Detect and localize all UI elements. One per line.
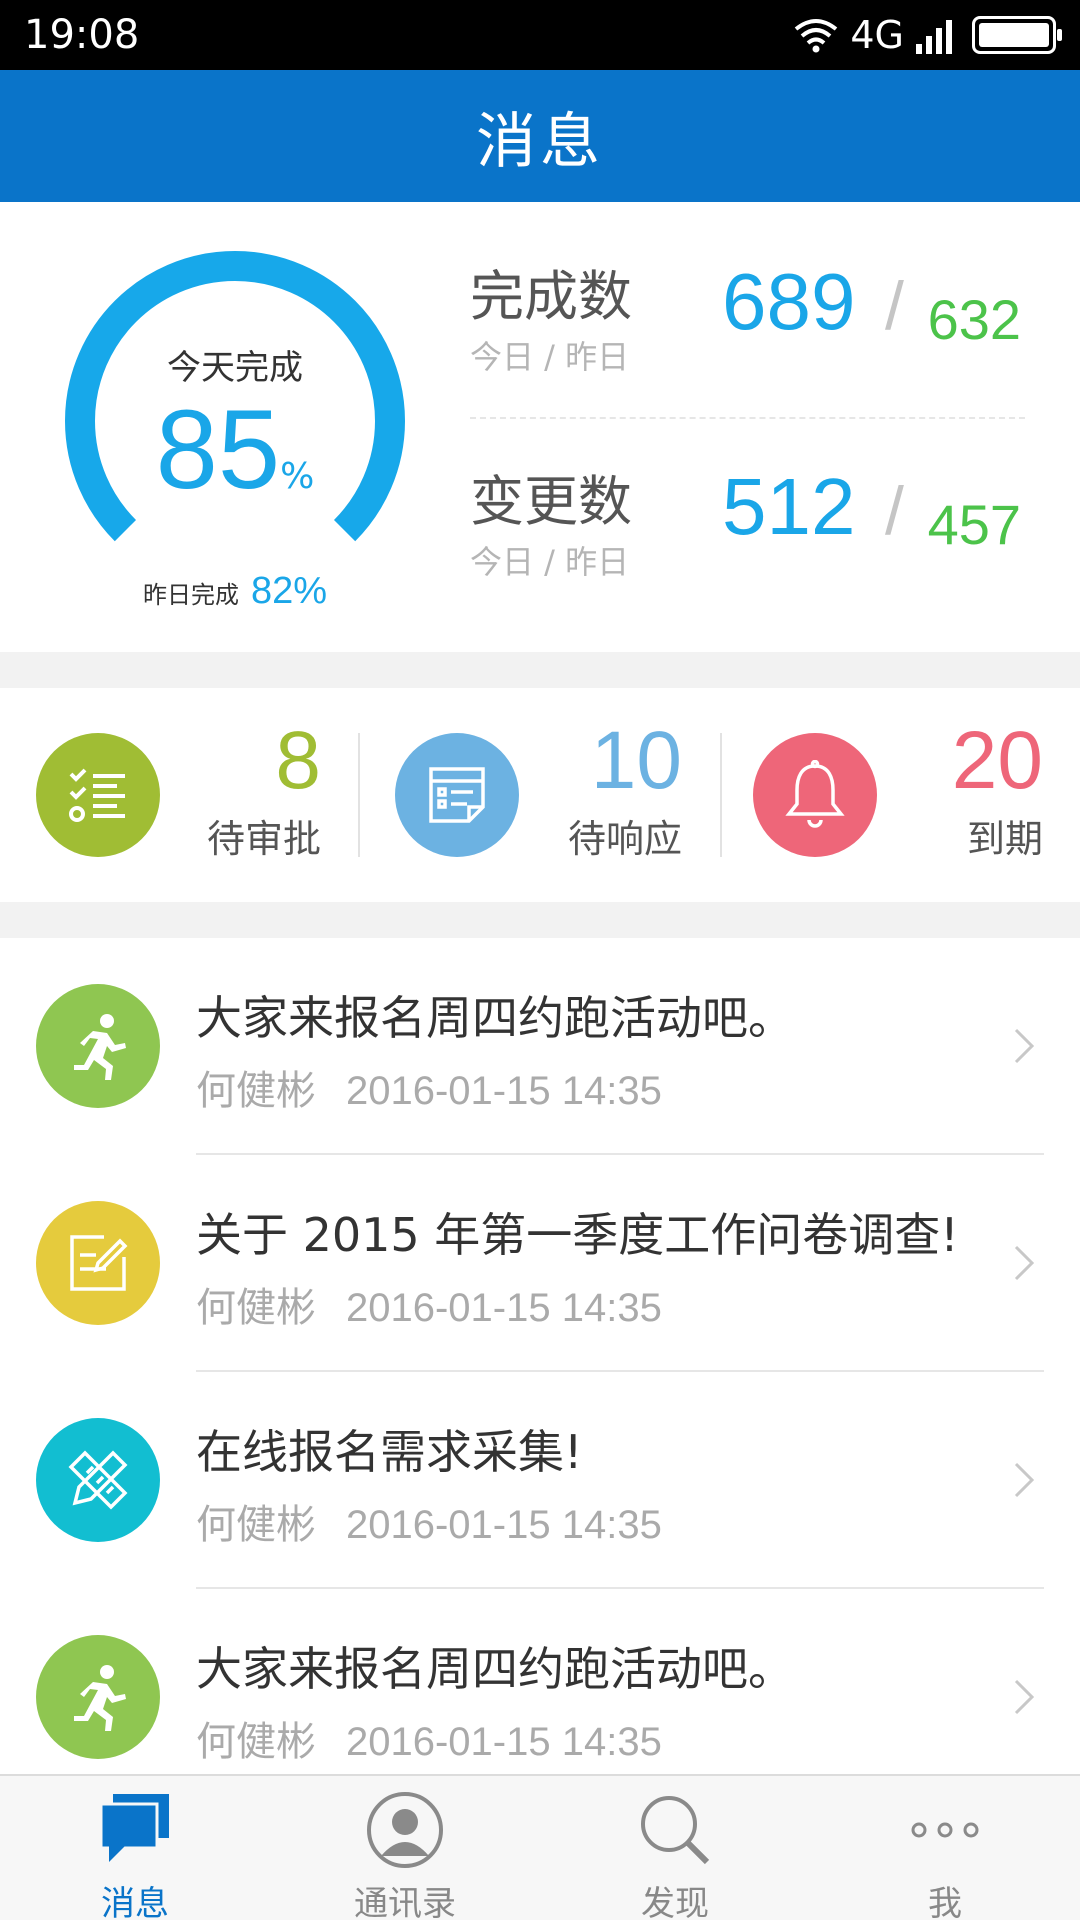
page-title: 消息 [476, 106, 604, 177]
running-icon [74, 1665, 126, 1731]
expiring-icon-circle [753, 733, 877, 857]
tab-messages[interactable]: 消息 [0, 1776, 270, 1920]
section-gap [0, 902, 1080, 938]
wifi-icon [795, 19, 838, 53]
today-completion-unit: % [280, 456, 315, 497]
message-icon-circle [36, 1418, 160, 1542]
search-icon [641, 1796, 710, 1865]
message-title: 在线报名需求采集! [196, 1425, 583, 1479]
changed-count-today: 512 [722, 462, 856, 551]
completed-count-row: 完成数 今日 / 昨日 689 / 632 [470, 252, 1025, 422]
pencil-ruler-icon [68, 1450, 128, 1510]
message-author: 何健彬 [196, 1285, 316, 1331]
completed-count-yesterday: 632 [927, 288, 1021, 351]
completed-count-subtitle: 今日 / 昨日 [470, 338, 630, 376]
quick-divider [358, 733, 360, 857]
more-dots-icon [911, 1822, 979, 1838]
message-meta: 何健彬 2016-01-15 14:35 [196, 1492, 662, 1550]
message-time: 2016-01-15 14:35 [346, 1720, 662, 1764]
completed-count-slash: / [885, 268, 904, 344]
message-icon-circle [36, 1635, 160, 1759]
message-icon-circle [36, 1201, 160, 1325]
contacts-icon [367, 1792, 443, 1868]
message-item[interactable]: 关于 2015 年第一季度工作问卷调查! 何健彬 2016-01-15 14:35 [0, 1155, 1080, 1372]
yesterday-completion-value: 82% [250, 570, 328, 612]
app-header: 消息 [0, 70, 1080, 202]
bottom-tab-bar: 消息 通讯录 发现 我 [0, 1774, 1080, 1920]
pending-response-item[interactable]: 10 待响应 [395, 688, 682, 902]
tab-contacts[interactable]: 通讯录 [270, 1776, 540, 1920]
status-indicators: 4G [794, 12, 1062, 58]
yesterday-completion-label: 昨日完成 [142, 581, 239, 609]
chat-bubbles-icon [99, 1794, 169, 1862]
today-completion-label: 今天完成 [167, 348, 303, 388]
form-document-icon [429, 767, 485, 823]
today-completion-value: 85% [60, 390, 410, 510]
tab-discover[interactable]: 发现 [540, 1776, 810, 1920]
quick-stats: 8 待审批 10 待响应 20 到期 [0, 688, 1080, 902]
stats-panel: 今天完成 85% 昨日完成 82% 完成数 今日 / 昨日 689 / 632 变… [0, 202, 1080, 652]
pending-approval-item[interactable]: 8 待审批 [36, 688, 321, 902]
pending-approval-count: 8 [275, 715, 321, 806]
running-icon [74, 1014, 126, 1080]
pending-approval-label: 待审批 [206, 817, 321, 861]
tab-me-label: 我 [928, 1884, 962, 1920]
changed-count-yesterday: 457 [927, 493, 1021, 556]
battery-level [979, 23, 1049, 47]
message-title: 大家来报名周四约跑活动吧。 [196, 1642, 794, 1696]
chevron-right-icon [1014, 1462, 1035, 1498]
completed-count-today: 689 [722, 257, 856, 346]
message-title: 关于 2015 年第一季度工作问卷调查! [196, 1208, 959, 1262]
survey-edit-icon [70, 1235, 128, 1291]
message-author: 何健彬 [196, 1502, 316, 1548]
message-meta: 何健彬 2016-01-15 14:35 [196, 1058, 662, 1116]
today-completion-number: 85 [155, 387, 281, 512]
bell-icon [785, 760, 845, 828]
status-bar: 19:08 4G [0, 0, 1080, 70]
pending-response-label: 待响应 [567, 817, 682, 861]
message-item[interactable]: 在线报名需求采集! 何健彬 2016-01-15 14:35 [0, 1372, 1080, 1589]
checklist-icon [69, 768, 125, 822]
changed-count-row: 变更数 今日 / 昨日 512 / 457 [470, 457, 1025, 627]
changed-count-subtitle: 今日 / 昨日 [470, 543, 630, 581]
chevron-right-icon [1014, 1679, 1035, 1715]
message-time: 2016-01-15 14:35 [346, 1503, 662, 1547]
tab-contacts-label: 通讯录 [354, 1884, 456, 1920]
pending-approval-icon-circle [36, 733, 160, 857]
message-time: 2016-01-15 14:35 [346, 1069, 662, 1113]
message-author: 何健彬 [196, 1719, 316, 1765]
message-meta: 何健彬 2016-01-15 14:35 [196, 1275, 662, 1333]
message-time: 2016-01-15 14:35 [346, 1286, 662, 1330]
battery-icon [972, 16, 1062, 54]
stats-divider [470, 417, 1025, 419]
message-meta: 何健彬 2016-01-15 14:35 [196, 1709, 662, 1767]
section-gap [0, 652, 1080, 688]
message-icon-circle [36, 984, 160, 1108]
tab-discover-label: 发现 [641, 1884, 709, 1920]
signal-icon [916, 20, 952, 54]
tab-messages-label: 消息 [101, 1884, 169, 1920]
expiring-label: 到期 [966, 817, 1043, 861]
chevron-right-icon [1014, 1245, 1035, 1281]
expiring-count: 20 [951, 715, 1043, 806]
pending-response-count: 10 [590, 715, 682, 806]
message-item[interactable]: 大家来报名周四约跑活动吧。 何健彬 2016-01-15 14:35 [0, 938, 1080, 1155]
message-title: 大家来报名周四约跑活动吧。 [196, 991, 794, 1045]
completed-count-title: 完成数 [470, 265, 632, 328]
pending-response-icon-circle [395, 733, 519, 857]
changed-count-title: 变更数 [470, 470, 632, 533]
expiring-item[interactable]: 20 到期 [753, 688, 1043, 902]
changed-count-slash: / [885, 473, 904, 549]
network-type: 4G [850, 13, 904, 57]
chevron-right-icon [1014, 1028, 1035, 1064]
quick-divider [720, 733, 722, 857]
tab-me[interactable]: 我 [810, 1776, 1080, 1920]
status-time: 19:08 [24, 12, 140, 58]
message-author: 何健彬 [196, 1068, 316, 1114]
yesterday-completion: 昨日完成 82% [60, 570, 410, 613]
